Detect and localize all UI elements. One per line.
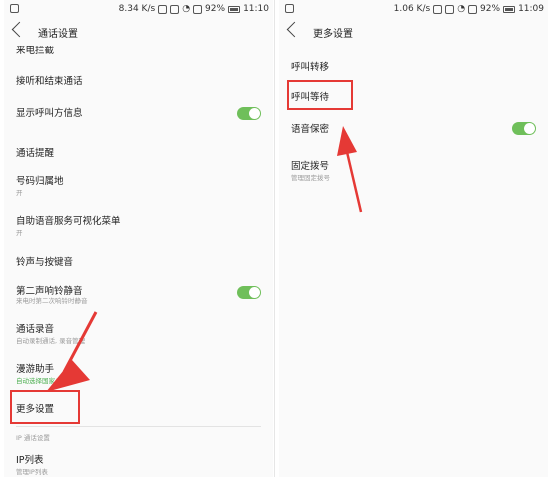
list-item-fixed-dialing[interactable]: 固定拨号 管理固定拨号 bbox=[279, 156, 548, 184]
alarm-icon bbox=[433, 4, 443, 14]
battery-level: 92% bbox=[205, 4, 226, 14]
vibrate-icon bbox=[170, 4, 180, 14]
battery-icon bbox=[503, 5, 516, 13]
section-header-ip: IP 通话设置 bbox=[16, 434, 50, 442]
wifi-icon: ◔ bbox=[457, 4, 466, 14]
list-item-ip-list[interactable]: IP列表 管理IP列表 bbox=[4, 448, 273, 476]
divider bbox=[16, 426, 261, 427]
caller-info-toggle[interactable] bbox=[237, 107, 261, 120]
screen-divider bbox=[274, 0, 275, 477]
battery-level: 92% bbox=[480, 4, 501, 14]
list-item-second-ring[interactable]: 第二声响铃静音 来电时第二次响铃时静音 bbox=[4, 282, 273, 306]
list-item-ringtone[interactable]: 铃声与按键音 bbox=[4, 250, 273, 272]
list-item-call-forwarding[interactable]: 呼叫转移 bbox=[279, 56, 548, 78]
sim-icon bbox=[10, 4, 19, 13]
voice-privacy-toggle[interactable] bbox=[512, 122, 536, 135]
sim-icon bbox=[285, 4, 294, 13]
back-arrow-icon[interactable] bbox=[286, 21, 303, 38]
second-ring-toggle[interactable] bbox=[237, 286, 261, 299]
page-title: 更多设置 bbox=[313, 29, 353, 40]
list-item-cutoff[interactable]: 来电拦截 bbox=[4, 46, 273, 56]
list-item-roaming[interactable]: 漫游助手 自动选择国家/地区 bbox=[4, 358, 273, 386]
signal-icon bbox=[193, 4, 203, 14]
back-arrow-icon[interactable] bbox=[11, 21, 28, 38]
right-screen: 1.06 K/s ◔ 92% 11:09 更多设置 呼叫转移 呼叫等待 语音保密… bbox=[279, 0, 548, 477]
status-bar: 1.06 K/s ◔ 92% 11:09 bbox=[279, 0, 548, 18]
wifi-icon: ◔ bbox=[182, 4, 191, 14]
alarm-icon bbox=[158, 4, 168, 14]
list-item-number-location[interactable]: 号码归属地 开 bbox=[4, 170, 273, 198]
status-bar: 8.34 K/s ◔ 92% 11:10 bbox=[4, 0, 273, 18]
page-title: 通话设置 bbox=[38, 29, 78, 40]
highlight-box bbox=[287, 80, 353, 110]
vibrate-icon bbox=[445, 4, 455, 14]
list-item-voice-menu[interactable]: 自助语音服务可视化菜单 开 bbox=[4, 210, 273, 238]
network-speed: 8.34 K/s bbox=[118, 4, 156, 14]
clock: 11:09 bbox=[518, 4, 544, 14]
list-item-call-recording[interactable]: 通话录音 自动录制通话, 录音管理 bbox=[4, 318, 273, 346]
clock: 11:10 bbox=[243, 4, 269, 14]
signal-icon bbox=[468, 4, 478, 14]
left-screen: 8.34 K/s ◔ 92% 11:10 通话设置 来电拦截 接听和结束通话 显… bbox=[4, 0, 273, 477]
list-item-caller-info[interactable]: 显示呼叫方信息 bbox=[4, 100, 273, 122]
list-item-answer-end[interactable]: 接听和结束通话 bbox=[4, 68, 273, 90]
highlight-box bbox=[10, 390, 80, 424]
toolbar: 通话设置 bbox=[4, 20, 273, 46]
toolbar: 更多设置 bbox=[279, 20, 548, 46]
network-speed: 1.06 K/s bbox=[393, 4, 431, 14]
list-item-voice-privacy[interactable]: 语音保密 bbox=[279, 118, 548, 140]
list-item-call-reminder[interactable]: 通话提醒 bbox=[4, 140, 273, 162]
battery-icon bbox=[228, 5, 241, 13]
